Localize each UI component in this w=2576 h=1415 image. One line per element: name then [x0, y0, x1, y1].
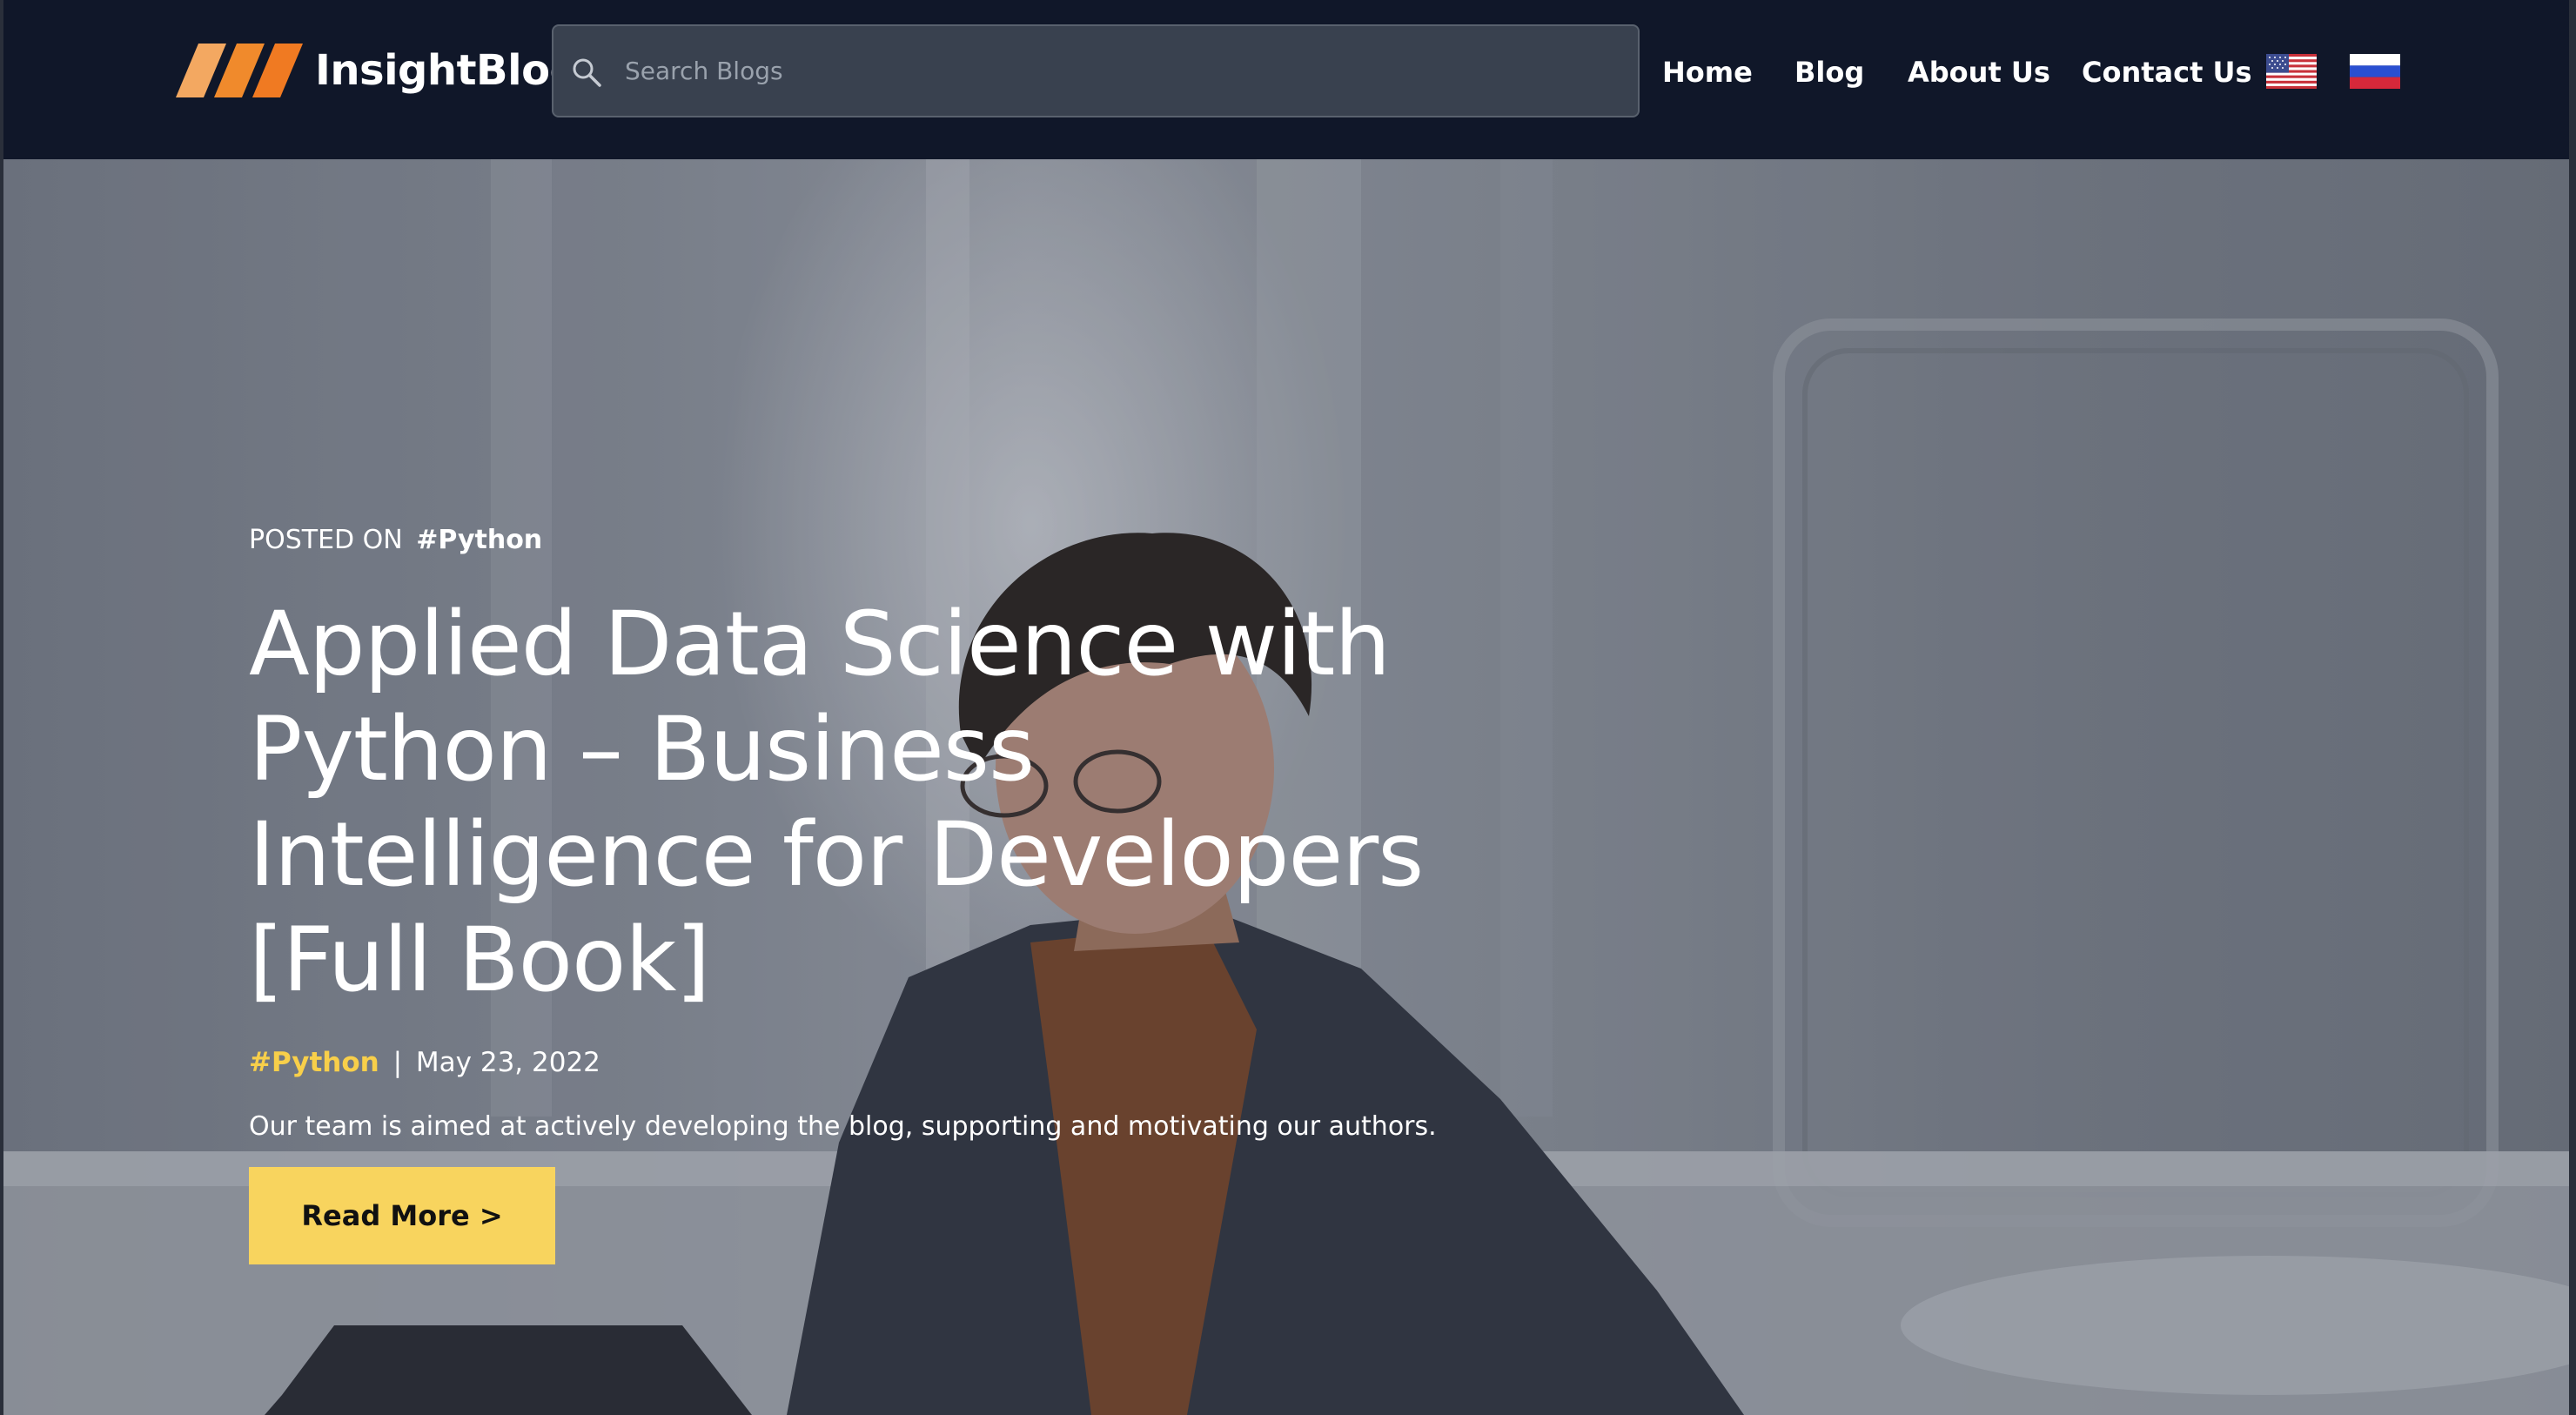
brand-name: InsightBlog	[315, 46, 580, 95]
nav-home[interactable]: Home	[1662, 50, 1753, 94]
search-input[interactable]	[623, 26, 1624, 116]
hero-section: POSTED ON #Python Applied Data Science w…	[0, 159, 2576, 1415]
meta-separator: |	[392, 1047, 403, 1078]
us-flag-icon[interactable]	[2266, 54, 2317, 89]
post-category-tag[interactable]: #Python	[249, 1047, 379, 1078]
post-title[interactable]: Applied Data Science with Python – Busin…	[249, 592, 1519, 1013]
posted-on-label: POSTED ON	[249, 525, 403, 555]
search-bar[interactable]	[552, 24, 1640, 117]
posted-on-tag[interactable]: #Python	[416, 525, 542, 555]
site-header: InsightBlog Home Blog About Us Contact U…	[0, 0, 2576, 159]
search-icon	[573, 58, 601, 87]
posted-on-line: POSTED ON #Python	[249, 525, 542, 555]
post-description: Our team is aimed at actively developing…	[249, 1111, 1437, 1142]
logo-mark-icon	[176, 44, 303, 97]
post-meta: #Python | May 23, 2022	[249, 1047, 600, 1078]
page: InsightBlog Home Blog About Us Contact U…	[0, 0, 2576, 1415]
nav-about-us[interactable]: About Us	[1908, 50, 2050, 94]
logo-link[interactable]: InsightBlog	[176, 42, 580, 99]
read-more-button[interactable]: Read More >	[249, 1167, 555, 1264]
nav-contact-us[interactable]: Contact Us	[2082, 50, 2252, 94]
ru-flag-icon[interactable]	[2350, 54, 2400, 89]
nav-blog[interactable]: Blog	[1794, 50, 1864, 94]
post-date: May 23, 2022	[415, 1047, 600, 1078]
